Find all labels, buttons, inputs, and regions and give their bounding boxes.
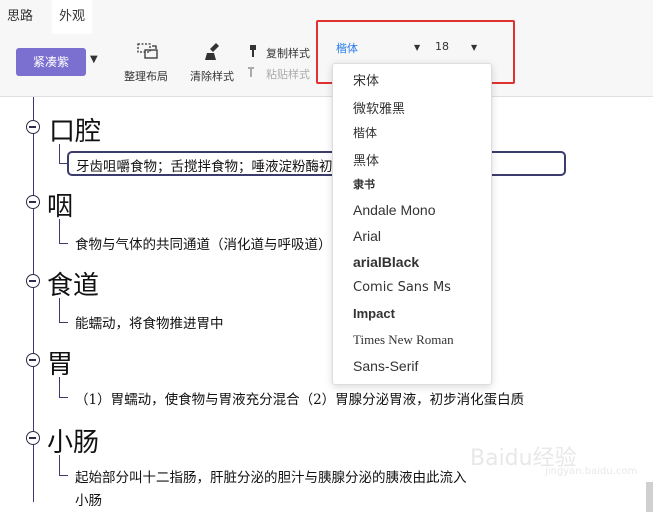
font-option[interactable]: Sans-Serif xyxy=(353,358,418,374)
collapse-toggle-icon[interactable] xyxy=(26,353,40,367)
font-family-dropdown: 宋体 微软雅黑 楷体 黑体 隶书 Andale Mono Arial arial… xyxy=(332,63,492,385)
font-option[interactable]: Times New Roman xyxy=(353,332,454,348)
tab-ideas[interactable]: 思路 xyxy=(0,0,40,34)
font-option[interactable]: 楷体 xyxy=(353,124,377,141)
subtopic-node-continuation[interactable]: 小肠 xyxy=(75,489,102,509)
theme-dropdown-icon[interactable]: ▼ xyxy=(90,54,98,65)
topic-node[interactable]: 胃 xyxy=(47,344,73,381)
copy-style-icon xyxy=(246,44,260,58)
scrollbar-thumb[interactable] xyxy=(646,482,653,512)
branch-connector xyxy=(59,219,68,244)
font-option[interactable]: Impact xyxy=(353,306,395,321)
topic-node[interactable]: 咽 xyxy=(47,186,73,223)
branch-connector xyxy=(59,455,68,476)
font-option[interactable]: 微软雅黑 xyxy=(353,98,405,117)
collapse-toggle-icon[interactable] xyxy=(26,431,40,445)
copy-style-label: 复制样式 xyxy=(266,47,310,60)
branch-connector xyxy=(59,377,68,398)
paste-style-button[interactable]: 粘贴样式 xyxy=(246,65,316,81)
font-option[interactable]: 黑体 xyxy=(353,150,379,169)
subtopic-node[interactable]: 起始部分叫十二指肠，肝脏分泌的胆汁与胰腺分泌的胰液由此流入 xyxy=(75,466,467,486)
subtopic-node[interactable]: 能蠕动，将食物推进胃中 xyxy=(75,312,224,332)
topic-node[interactable]: 小肠 xyxy=(47,422,99,459)
font-option[interactable]: arialBlack xyxy=(353,254,419,270)
collapse-toggle-icon[interactable] xyxy=(26,195,40,209)
topic-node[interactable]: 食道 xyxy=(47,265,99,302)
clear-style-button[interactable]: 清除样式 xyxy=(190,40,240,86)
brush-icon xyxy=(204,42,226,62)
font-option[interactable]: Andale Mono xyxy=(353,202,436,218)
layout-button[interactable]: 整理布局 xyxy=(124,40,174,86)
branch-connector xyxy=(59,298,68,323)
theme-button[interactable]: 紧凑紫 xyxy=(16,48,86,76)
tab-appearance[interactable]: 外观 xyxy=(52,0,93,34)
copy-style-button[interactable]: 复制样式 xyxy=(246,44,316,60)
paste-style-label: 粘贴样式 xyxy=(266,68,310,81)
font-option[interactable]: 宋体 xyxy=(353,70,379,89)
collapse-toggle-icon[interactable] xyxy=(26,120,40,134)
collapse-toggle-icon[interactable] xyxy=(26,274,40,288)
subtopic-node[interactable]: 食物与气体的共同通道（消化道与呼吸道） xyxy=(75,233,332,253)
subtopic-node[interactable]: （1）胃蠕动，使食物与胃液充分混合（2）胃腺分泌胃液，初步消化蛋白质 xyxy=(75,388,524,408)
layout-icon xyxy=(136,42,160,62)
watermark-url: jingyan.baidu.com xyxy=(545,466,638,477)
topic-node[interactable]: 口腔 xyxy=(49,111,101,148)
clear-style-label: 清除样式 xyxy=(190,70,234,83)
layout-label: 整理布局 xyxy=(124,70,168,83)
font-option[interactable]: Arial xyxy=(353,228,381,244)
font-option[interactable]: Comic Sans Ms xyxy=(353,280,451,295)
font-option[interactable]: 隶书 xyxy=(353,176,375,192)
paste-style-icon xyxy=(246,65,260,79)
